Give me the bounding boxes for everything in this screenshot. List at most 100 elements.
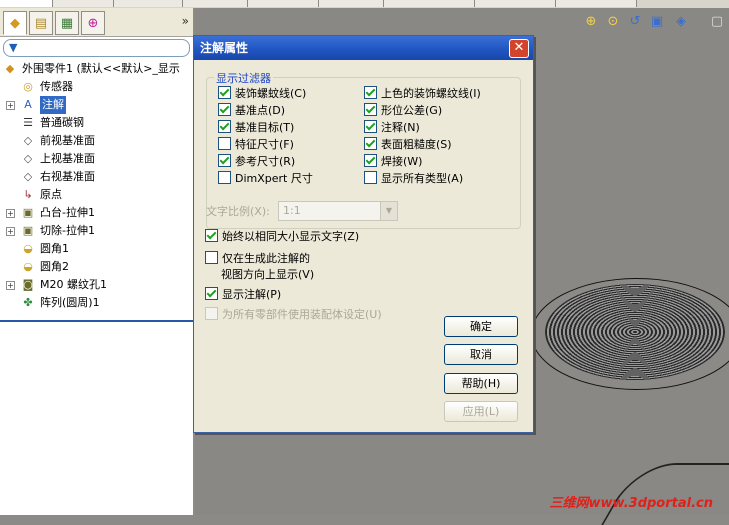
tree-item-label: 阵列(圆周)1: [40, 296, 100, 309]
filter-checkbox[interactable]: 形位公差(G): [364, 103, 442, 119]
tree-item[interactable]: + ▣ 切除-拉伸1: [0, 222, 193, 240]
tab-dimxpert[interactable]: [319, 0, 384, 7]
help-button[interactable]: 帮助(H): [444, 373, 518, 394]
plane-icon: ◇: [23, 134, 33, 147]
filter-checkbox[interactable]: 显示所有类型(A): [364, 171, 463, 187]
filter-checkbox-label: 表面粗糙度(S): [381, 138, 452, 151]
expand-icon[interactable]: +: [6, 281, 15, 290]
part-icon: ◆: [5, 62, 15, 75]
checkbox[interactable]: [364, 86, 377, 99]
filter-checkbox[interactable]: 上色的装饰螺纹线(I): [364, 86, 481, 102]
expand-icon[interactable]: +: [6, 101, 15, 110]
tab-solidworks[interactable]: [556, 0, 637, 7]
tree-item[interactable]: + ▣ 凸台-拉伸1: [0, 204, 193, 222]
filter-checkbox[interactable]: 焊接(W): [364, 154, 422, 170]
checkbox[interactable]: [364, 171, 377, 184]
display-style-icon[interactable]: ◈: [673, 14, 689, 30]
tree-item-label: 传感器: [40, 80, 73, 93]
tree-item[interactable]: ◇ 前视基准面: [0, 132, 193, 150]
filter-checkbox-label: 形位公差(G): [381, 104, 443, 117]
filter-checkbox[interactable]: 参考尺寸(R): [218, 154, 295, 170]
plane-icon: ◇: [23, 152, 33, 165]
extrude-icon: ▣: [22, 206, 34, 219]
tree-item-label: 切除-拉伸1: [40, 224, 95, 237]
filter-checkbox[interactable]: DimXpert 尺寸: [218, 171, 313, 187]
tree-item[interactable]: ◒ 圆角2: [0, 258, 193, 276]
more-tabs-icon[interactable]: »: [182, 14, 189, 28]
checkbox[interactable]: [205, 251, 218, 264]
tree-item[interactable]: + ◙ M20 螺纹孔1: [0, 276, 193, 294]
threaded-hole: [545, 284, 725, 380]
filter-checkbox-label: 注释(N): [381, 121, 420, 134]
tree-item[interactable]: + A 注解: [0, 96, 193, 114]
checkbox[interactable]: [205, 307, 218, 320]
checkbox[interactable]: [218, 154, 231, 167]
manager-tabs: ◆ ▤ ▦ ⊕ »: [0, 8, 193, 37]
option-checkbox[interactable]: 显示注解(P): [205, 287, 281, 303]
cancel-button[interactable]: 取消: [444, 344, 518, 365]
checkbox[interactable]: [218, 137, 231, 150]
expand-icon[interactable]: +: [6, 209, 15, 218]
tree-item[interactable]: ☰ 普通碳钢: [0, 114, 193, 132]
expand-icon[interactable]: +: [6, 227, 15, 236]
option-checkbox-label: 视图方向上显示(V): [221, 268, 315, 281]
dimxpert-manager-tab[interactable]: ⊕: [81, 11, 105, 35]
filter-checkbox[interactable]: 装饰螺蚊线(C): [218, 86, 306, 102]
checkbox[interactable]: [364, 137, 377, 150]
zoom-to-fit-icon[interactable]: ⊕: [583, 14, 599, 30]
tree-item[interactable]: ✤ 阵列(圆周)1: [0, 294, 193, 312]
dialog-titlebar[interactable]: 注解属性 ✕: [194, 36, 533, 60]
checkbox[interactable]: [364, 120, 377, 133]
filter-checkbox[interactable]: 注释(N): [364, 120, 420, 136]
option-checkbox[interactable]: 始终以相同大小显示文字(Z): [205, 229, 359, 245]
filter-checkbox-label: 基准点(D): [235, 104, 286, 117]
checkbox[interactable]: [218, 120, 231, 133]
feature-tree-tab[interactable]: ◆: [3, 11, 27, 35]
checkbox[interactable]: [218, 171, 231, 184]
checkbox[interactable]: [205, 287, 218, 300]
checkbox[interactable]: [364, 154, 377, 167]
section-view-icon[interactable]: ▣: [649, 14, 665, 30]
config-manager-tab[interactable]: ▦: [55, 11, 79, 35]
tree-filter-input[interactable]: ▼: [3, 39, 190, 57]
checkbox[interactable]: [218, 86, 231, 99]
tab-analysis[interactable]: [475, 0, 556, 7]
property-manager-tab[interactable]: ▤: [29, 11, 53, 35]
view-orientation-icon[interactable]: ↺: [627, 14, 643, 30]
filter-checkbox[interactable]: 表面粗糙度(S): [364, 137, 452, 153]
filter-checkbox[interactable]: 基准目标(T): [218, 120, 294, 136]
tab-sheetmetal[interactable]: [183, 0, 248, 7]
text-scale-label: 文字比例(X):: [206, 205, 270, 218]
checkbox[interactable]: [205, 229, 218, 242]
tab-sketch[interactable]: [53, 0, 114, 7]
tree-item[interactable]: ↳ 原点: [0, 186, 193, 204]
tab-surfaces[interactable]: [114, 0, 183, 7]
hide-show-icon[interactable]: ▢: [709, 14, 725, 30]
zoom-area-icon[interactable]: ⊙: [605, 14, 621, 30]
rollback-bar[interactable]: [0, 320, 193, 322]
filter-checkbox-label: 显示所有类型(A): [381, 172, 464, 185]
apply-button[interactable]: 应用(L): [444, 401, 518, 422]
text-scale-select[interactable]: 1:1 ▼: [278, 201, 398, 221]
checkbox[interactable]: [364, 103, 377, 116]
close-button[interactable]: ✕: [509, 39, 529, 58]
filter-checkbox[interactable]: 特征尺寸(F): [218, 137, 294, 153]
tab-evaluate[interactable]: [248, 0, 319, 7]
option-checkbox-label: 始终以相同大小显示文字(Z): [222, 230, 360, 243]
tree-item[interactable]: ◇ 上视基准面: [0, 150, 193, 168]
annotation-icon: A: [24, 98, 32, 111]
ok-button[interactable]: 确定: [444, 316, 518, 337]
tab-office[interactable]: [384, 0, 475, 7]
tree-item[interactable]: ◒ 圆角1: [0, 240, 193, 258]
tree-item[interactable]: ◎ 传感器: [0, 78, 193, 96]
option-checkbox-label: 显示注解(P): [222, 288, 282, 301]
chevron-down-icon[interactable]: ▼: [380, 202, 397, 220]
filter-checkbox[interactable]: 基准点(D): [218, 103, 285, 119]
tree-item[interactable]: ◆ 外围零件1 (默认<<默认>_显示: [0, 60, 193, 78]
tree-item[interactable]: ◇ 右视基准面: [0, 168, 193, 186]
option-checkbox[interactable]: 视图方向上显示(V): [221, 267, 314, 283]
option-checkbox[interactable]: 仅在生成此注解的: [205, 251, 310, 267]
tab-features[interactable]: [0, 0, 53, 7]
option-checkbox[interactable]: 为所有零部件使用装配体设定(U): [205, 307, 382, 323]
checkbox[interactable]: [218, 103, 231, 116]
